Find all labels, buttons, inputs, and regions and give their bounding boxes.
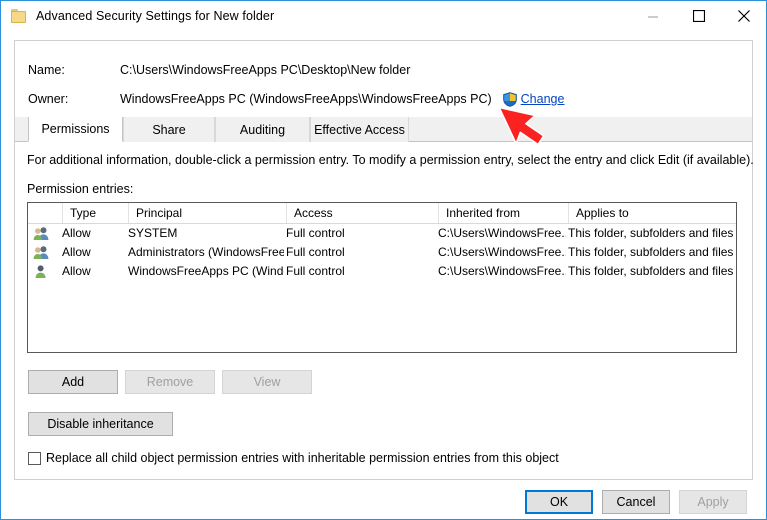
replace-permissions-checkbox[interactable]: [28, 451, 41, 465]
cell-principal: WindowsFreeApps PC (Windo...: [128, 264, 284, 278]
remove-button: Remove: [125, 370, 215, 394]
cell-inherited-from: C:\Users\WindowsFree...: [438, 245, 566, 259]
user-icon: [33, 264, 49, 279]
table-header-row: Type Principal Access Inherited from App…: [28, 203, 736, 224]
cell-type: Allow: [62, 226, 91, 240]
owner-row: Owner: WindowsFreeApps PC (WindowsFreeAp…: [28, 91, 564, 107]
replace-permissions-row[interactable]: Replace all child object permission entr…: [28, 451, 559, 465]
group-icon: [33, 226, 49, 241]
tab-permissions[interactable]: Permissions: [28, 117, 123, 142]
name-label: Name:: [28, 63, 65, 77]
permission-entries-label: Permission entries:: [27, 182, 134, 196]
close-icon[interactable]: [721, 1, 766, 31]
column-header-type[interactable]: Type: [62, 203, 128, 223]
cell-access: Full control: [286, 226, 345, 240]
content-panel: Name: C:\Users\WindowsFreeApps PC\Deskto…: [14, 40, 754, 480]
disable-inheritance-button[interactable]: Disable inheritance: [28, 412, 173, 436]
cell-type: Allow: [62, 264, 91, 278]
tab-effective-access[interactable]: Effective Access: [310, 117, 409, 142]
column-header-principal[interactable]: Principal: [128, 203, 286, 223]
replace-permissions-label: Replace all child object permission entr…: [46, 451, 559, 465]
name-value: C:\Users\WindowsFreeApps PC\Desktop\New …: [120, 63, 411, 77]
tab-strip: Permissions Share Auditing Effective Acc…: [15, 117, 752, 142]
cell-applies-to: This folder, subfolders and files: [568, 264, 734, 278]
column-header-access[interactable]: Access: [286, 203, 438, 223]
window-controls: [631, 1, 766, 31]
minimize-icon[interactable]: [631, 1, 676, 31]
folder-icon: [11, 9, 27, 23]
group-icon: [33, 245, 49, 260]
owner-value: WindowsFreeApps PC (WindowsFreeApps\Wind…: [120, 92, 492, 106]
view-button: View: [222, 370, 312, 394]
table-row[interactable]: Allow SYSTEM Full control C:\Users\Windo…: [28, 224, 736, 243]
cell-access: Full control: [286, 245, 345, 259]
cell-principal: Administrators (WindowsFree...: [128, 245, 284, 259]
add-button[interactable]: Add: [28, 370, 118, 394]
cell-type: Allow: [62, 245, 91, 259]
apply-button: Apply: [679, 490, 747, 514]
column-header-inherited-from[interactable]: Inherited from: [438, 203, 568, 223]
table-row[interactable]: Allow Administrators (WindowsFree... Ful…: [28, 243, 736, 262]
uac-shield-icon: [502, 91, 517, 107]
cell-inherited-from: C:\Users\WindowsFree...: [438, 226, 566, 240]
ok-button[interactable]: OK: [525, 490, 593, 514]
cell-inherited-from: C:\Users\WindowsFree...: [438, 264, 566, 278]
cell-principal: SYSTEM: [128, 226, 178, 240]
cancel-button[interactable]: Cancel: [602, 490, 670, 514]
maximize-icon[interactable]: [676, 1, 721, 31]
tab-share[interactable]: Share: [123, 117, 215, 142]
column-header-applies-to[interactable]: Applies to: [568, 203, 736, 223]
info-text: For additional information, double-click…: [27, 153, 754, 167]
owner-label: Owner:: [28, 92, 69, 106]
column-header-spacer: [28, 203, 62, 223]
title-bar[interactable]: Advanced Security Settings for New folde…: [1, 1, 766, 31]
tab-auditing[interactable]: Auditing: [215, 117, 310, 142]
cell-access: Full control: [286, 264, 345, 278]
cell-applies-to: This folder, subfolders and files: [568, 245, 734, 259]
table-row[interactable]: Allow WindowsFreeApps PC (Windo... Full …: [28, 262, 736, 281]
advanced-security-settings-window: Advanced Security Settings for New folde…: [0, 0, 767, 520]
change-owner-link[interactable]: Change: [521, 92, 565, 106]
name-row: Name: C:\Users\WindowsFreeApps PC\Deskto…: [28, 62, 410, 78]
permission-entries-list[interactable]: Type Principal Access Inherited from App…: [27, 202, 737, 353]
window-title: Advanced Security Settings for New folde…: [36, 9, 275, 23]
cell-applies-to: This folder, subfolders and files: [568, 226, 734, 240]
